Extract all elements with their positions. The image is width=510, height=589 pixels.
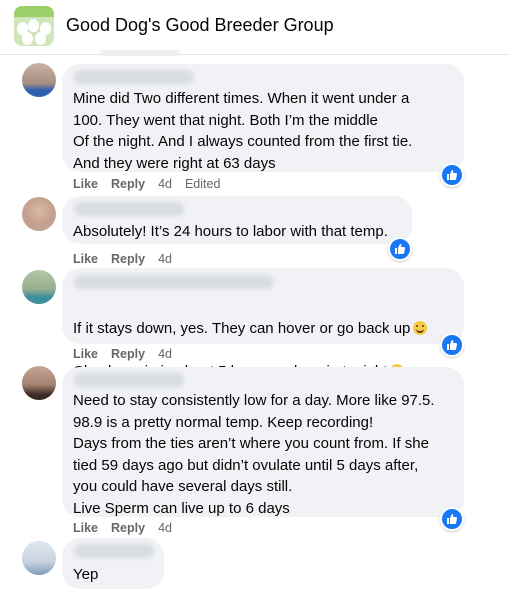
edited-label: Edited [184, 177, 221, 191]
commenter-name[interactable] [74, 544, 154, 558]
commenter-name[interactable] [74, 373, 184, 387]
like-reaction-icon[interactable] [440, 163, 464, 187]
like-reaction-icon[interactable] [440, 333, 464, 357]
like-button[interactable]: Like [73, 521, 98, 535]
comment-actions: Like Reply 4d Edited [73, 177, 313, 191]
reply-button[interactable]: Reply [111, 521, 145, 535]
timestamp[interactable]: 4d [158, 252, 172, 266]
avatar[interactable] [22, 541, 56, 575]
avatar[interactable] [22, 366, 56, 400]
smiling-face-icon [413, 320, 428, 335]
comment-actions: Like Reply 4d [73, 521, 273, 535]
like-button[interactable]: Like [73, 347, 98, 361]
reply-button[interactable]: Reply [111, 347, 145, 361]
group-avatar[interactable] [14, 6, 54, 46]
group-header: Good Dog's Good Breeder Group [0, 0, 510, 55]
like-reaction-icon[interactable] [440, 507, 464, 531]
comment-text: Yep [73, 566, 99, 583]
faded-content [100, 50, 180, 56]
timestamp[interactable]: 4d [158, 177, 172, 191]
reply-button[interactable]: Reply [111, 177, 145, 191]
like-button[interactable]: Like [73, 177, 98, 191]
group-title[interactable]: Good Dog's Good Breeder Group [66, 15, 334, 36]
timestamp[interactable]: 4d [158, 521, 172, 535]
comment-text: Absolutely! It’s 24 hours to labor with … [73, 223, 388, 240]
commenter-name[interactable] [74, 70, 194, 84]
comment-text: Need to stay consistently low for a day.… [73, 392, 435, 517]
avatar[interactable] [22, 270, 56, 304]
comment-line: If it stays down, yes. They can hover or… [73, 319, 411, 337]
comment-actions: Like Reply 4d [73, 347, 273, 361]
avatar[interactable] [22, 197, 56, 231]
comment-text: Mine did Two different times. When it we… [73, 90, 413, 172]
comment-actions: Like Reply 4d [73, 252, 273, 266]
avatar[interactable] [22, 63, 56, 97]
like-reaction-icon[interactable] [388, 237, 412, 261]
reply-button[interactable]: Reply [111, 252, 145, 266]
like-button[interactable]: Like [73, 252, 98, 266]
commenter-name[interactable] [74, 275, 274, 289]
timestamp[interactable]: 4d [158, 347, 172, 361]
commenter-name[interactable] [74, 202, 184, 216]
